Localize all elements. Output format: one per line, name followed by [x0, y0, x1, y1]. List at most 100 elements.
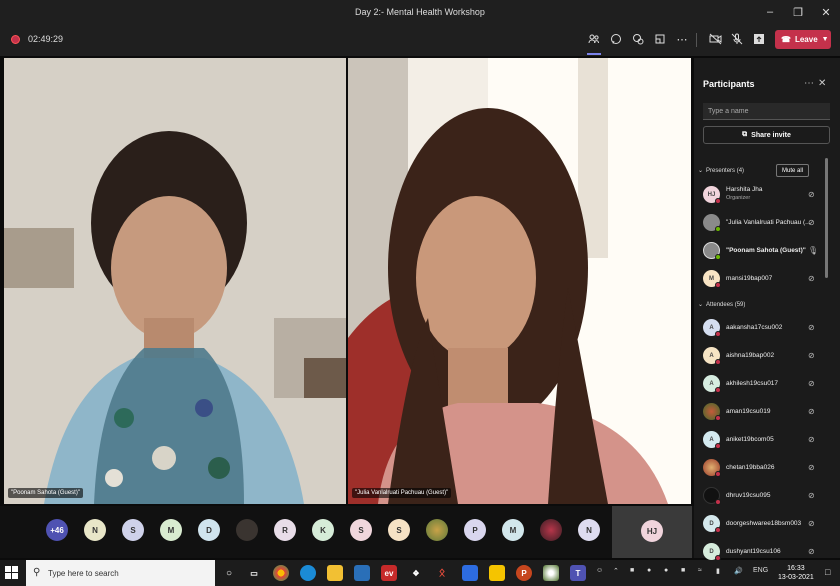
edge-icon[interactable]: [300, 565, 316, 581]
app-icon[interactable]: ᛟ: [434, 565, 450, 581]
participant-row[interactable]: A aniket19bcom05 ⊘: [694, 427, 824, 453]
participant-row[interactable]: A akhilesh19csu017 ⊘: [694, 371, 824, 397]
notifications-icon[interactable]: □: [825, 567, 830, 577]
share-screen-icon[interactable]: [751, 31, 767, 47]
attendee-avatar[interactable]: M: [160, 519, 182, 541]
windows-start-icon[interactable]: [5, 566, 18, 579]
minimize-icon[interactable]: –: [756, 0, 784, 24]
mic-off-icon[interactable]: [729, 31, 745, 47]
participant-row[interactable]: "Julia Vanlalruati Pachuau (... ⊘: [694, 210, 824, 236]
attendee-avatar[interactable]: N: [84, 519, 106, 541]
attendee-avatar[interactable]: M: [502, 519, 524, 541]
participant-row[interactable]: chetan19bba026 ⊘: [694, 455, 824, 481]
video-tile-presenter-2[interactable]: "Julia Vanlalruati Pachuau (Guest)": [348, 58, 691, 504]
close-window-icon[interactable]: ✕: [812, 0, 840, 24]
photos-icon[interactable]: [543, 565, 559, 581]
breakout-rooms-icon[interactable]: [652, 31, 668, 47]
attendee-avatar[interactable]: S: [350, 519, 372, 541]
store-icon[interactable]: [354, 565, 370, 581]
mic-off-icon: ⊘: [808, 190, 815, 199]
share-invite-button[interactable]: ⧉ Share invite: [703, 126, 830, 144]
taskbar-clock[interactable]: 16:33 13-03-2021: [778, 564, 814, 582]
show-hidden-icons-icon[interactable]: ⌃: [613, 567, 619, 575]
task-view-icon[interactable]: ▭: [246, 565, 262, 581]
participant-name: dushyant19csu106: [726, 548, 781, 555]
antivirus-icon[interactable]: ev: [381, 565, 397, 581]
dropbox-icon[interactable]: ❖: [408, 565, 424, 581]
status-dot: [715, 499, 721, 505]
more-options-icon[interactable]: ⋯: [804, 78, 814, 89]
cortana-icon[interactable]: ○: [221, 565, 237, 581]
status-dot: [715, 254, 721, 260]
participant-row[interactable]: aman19csu019 ⊘: [694, 399, 824, 425]
panel-scrollbar[interactable]: [825, 158, 828, 278]
participant-row[interactable]: HJ Harshita Jha Organizer ⊘: [694, 182, 824, 208]
attendee-photo-avatar[interactable]: [236, 519, 258, 541]
share-invite-label: Share invite: [751, 131, 791, 139]
sticky-notes-icon[interactable]: [489, 565, 505, 581]
status-dot: [715, 443, 721, 449]
close-panel-icon[interactable]: ✕: [818, 78, 826, 89]
participant-role: Organizer: [726, 195, 751, 201]
clock-time: 16:33: [787, 565, 805, 572]
self-view-tile[interactable]: HJ: [612, 506, 692, 558]
recording-icon: [11, 35, 20, 44]
status-dot: [715, 282, 721, 288]
file-explorer-icon[interactable]: [327, 565, 343, 581]
attendee-avatar[interactable]: S: [122, 519, 144, 541]
tray-app-icon[interactable]: ●: [647, 567, 651, 574]
presenters-section-header[interactable]: ⌄ Presenters (4): [698, 167, 745, 175]
zoom-icon[interactable]: [462, 565, 478, 581]
people-icon[interactable]: ☺: [596, 567, 603, 574]
language-indicator[interactable]: ENG: [753, 567, 768, 574]
participant-row[interactable]: D doorgeshwaree18bsm003 ⊘: [694, 511, 824, 537]
mic-off-icon: ⊘: [808, 351, 815, 360]
title-bar: Day 2:- Mental Health Workshop – ❐ ✕: [0, 0, 840, 24]
participant-name: chetan19bba026: [726, 464, 775, 471]
participant-search-input[interactable]: [703, 103, 830, 120]
attendee-avatar[interactable]: N: [578, 519, 600, 541]
participant-row[interactable]: A aishna19bap002 ⊘: [694, 343, 824, 369]
chat-icon[interactable]: [608, 31, 624, 47]
participants-icon[interactable]: [586, 31, 602, 47]
attendee-avatar[interactable]: D: [198, 519, 220, 541]
camera-off-icon[interactable]: [707, 31, 723, 47]
attendee-strip: +46 N S M D R K S S P M N HJ: [0, 506, 694, 558]
attendee-avatar[interactable]: K: [312, 519, 334, 541]
leave-button[interactable]: ☎ Leave ▼: [775, 30, 831, 49]
participant-row[interactable]: M mansi19bap007 ⊘: [694, 266, 824, 292]
attendee-avatar[interactable]: R: [274, 519, 296, 541]
attendee-avatar[interactable]: P: [464, 519, 486, 541]
chrome-icon[interactable]: [273, 565, 289, 581]
overflow-count[interactable]: +46: [46, 519, 68, 541]
attendee-avatar[interactable]: S: [388, 519, 410, 541]
attendee-photo-avatar[interactable]: [426, 519, 448, 541]
reactions-icon[interactable]: [630, 31, 646, 47]
video-feed-image: [4, 58, 346, 504]
search-icon: ⚲: [33, 567, 41, 578]
video-tile-presenter-1[interactable]: "Poonam Sahota (Guest)": [4, 58, 346, 504]
powerpoint-icon[interactable]: P: [516, 565, 532, 581]
volume-icon[interactable]: 🔊: [734, 567, 743, 575]
battery-icon[interactable]: ▮: [716, 567, 720, 575]
participant-row[interactable]: "Poonam Sahota (Guest)" 🎙: [694, 238, 824, 264]
maximize-icon[interactable]: ❐: [784, 0, 812, 24]
teams-icon[interactable]: T: [570, 565, 586, 581]
mic-off-icon: ⊘: [808, 519, 815, 528]
attendee-photo-avatar[interactable]: [540, 519, 562, 541]
meeting-toolbar: 02:49:29 ⋯ ☎ Leave ▼: [0, 24, 840, 56]
participant-row[interactable]: dhruv19csu095 ⊘: [694, 483, 824, 509]
tray-app-icon[interactable]: ●: [664, 567, 668, 574]
presenters-heading: Presenters (4): [706, 167, 745, 174]
participant-row[interactable]: A aakansha17csu002 ⊘: [694, 315, 824, 341]
tray-app-icon[interactable]: ■: [630, 567, 634, 574]
taskbar-search-box[interactable]: ⚲ Type here to search: [26, 560, 215, 586]
mute-all-button[interactable]: Mute all: [776, 164, 809, 177]
wifi-icon[interactable]: ≈: [698, 567, 702, 574]
tray-app-icon[interactable]: ■: [681, 567, 685, 574]
chevron-down-icon[interactable]: ▼: [822, 36, 829, 43]
share-icon: ⧉: [742, 131, 748, 138]
more-actions-icon[interactable]: ⋯: [674, 31, 690, 47]
video-name-tag: "Poonam Sahota (Guest)": [8, 488, 83, 498]
attendees-section-header[interactable]: ⌄ Attendees (59): [698, 301, 745, 309]
